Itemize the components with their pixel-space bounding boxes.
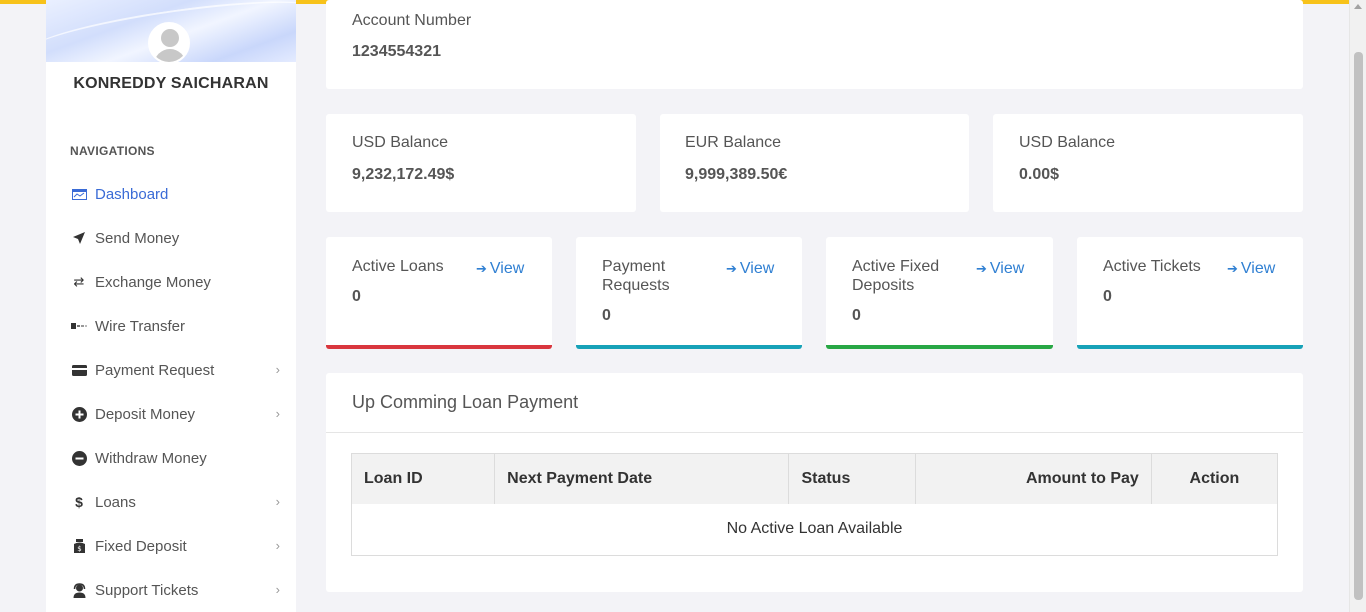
sidebar-item-wire-transfer[interactable]: Wire Transfer bbox=[70, 314, 280, 338]
sidebar-item-exchange-money[interactable]: ⇄ Exchange Money bbox=[70, 270, 280, 294]
plus-circle-icon bbox=[70, 405, 88, 423]
sidebar-item-label: Loans bbox=[95, 493, 136, 511]
arrow-right-icon: ➔ bbox=[976, 261, 987, 276]
column-header-amount-to-pay[interactable]: Amount to Pay bbox=[915, 453, 1152, 504]
sidebar-item-label: Wire Transfer bbox=[95, 317, 186, 335]
credit-card-icon bbox=[70, 361, 88, 379]
balance-label: USD Balance bbox=[352, 134, 449, 151]
panel-title: Up Comming Loan Payment bbox=[352, 392, 579, 412]
view-active-tickets-link[interactable]: ➔ View bbox=[1227, 260, 1275, 278]
sidebar-item-label: Send Money bbox=[95, 229, 180, 247]
avatar-body bbox=[154, 49, 186, 62]
chevron-right-icon: › bbox=[275, 406, 280, 421]
accent-bar bbox=[826, 345, 1053, 349]
sidebar-item-label: Payment Request bbox=[95, 361, 215, 379]
table-row: No Active Loan Available bbox=[352, 504, 1278, 556]
view-payment-requests-link[interactable]: ➔ View bbox=[726, 260, 774, 278]
money-bag-icon: $ bbox=[70, 537, 88, 555]
chevron-right-icon: › bbox=[275, 538, 280, 553]
user-name: KONREDDY SAICHARAN bbox=[73, 75, 269, 92]
column-header-next-payment-date[interactable]: Next Payment Date bbox=[494, 453, 790, 504]
page-scrollbar[interactable] bbox=[1349, 0, 1366, 612]
scrollbar-thumb[interactable] bbox=[1354, 52, 1363, 600]
chevron-right-icon: › bbox=[275, 494, 280, 509]
accent-bar bbox=[1077, 345, 1303, 349]
stat-label: Active Tickets bbox=[1103, 258, 1201, 275]
sidebar-item-label: Withdraw Money bbox=[95, 449, 207, 467]
dollar-icon: $ bbox=[75, 494, 83, 510]
arrow-right-icon: ➔ bbox=[1227, 261, 1238, 276]
sidebar-item-dashboard[interactable]: Dashboard bbox=[70, 182, 280, 206]
balance-card: USD Balance 9,232,172.49$ bbox=[326, 114, 636, 212]
balance-card: USD Balance 0.00$ bbox=[993, 114, 1303, 212]
sidebar-item-label: Fixed Deposit bbox=[95, 537, 187, 555]
accent-bar bbox=[326, 345, 552, 349]
sidebar-item-label: Exchange Money bbox=[95, 273, 211, 291]
balance-value: 9,999,389.50€ bbox=[685, 166, 788, 183]
account-number-label: Account Number bbox=[352, 12, 472, 29]
balance-value: 0.00$ bbox=[1019, 166, 1060, 183]
avatar[interactable] bbox=[148, 22, 190, 64]
stat-value: 0 bbox=[1103, 288, 1112, 305]
dashboard-icon bbox=[70, 185, 88, 203]
scroll-up-icon[interactable] bbox=[1354, 4, 1362, 9]
sidebar-item-withdraw-money[interactable]: Withdraw Money bbox=[70, 446, 280, 470]
svg-text:$: $ bbox=[77, 545, 81, 553]
support-agent-icon bbox=[70, 581, 88, 599]
balance-card: EUR Balance 9,999,389.50€ bbox=[660, 114, 969, 212]
nav-heading: NAVIGATIONS bbox=[70, 144, 155, 158]
arrow-right-icon: ➔ bbox=[726, 261, 737, 276]
exchange-icon: ⇄ bbox=[73, 274, 85, 289]
send-icon bbox=[70, 229, 88, 247]
bank-icon bbox=[70, 317, 88, 335]
arrow-right-icon: ➔ bbox=[476, 261, 487, 276]
balance-label: EUR Balance bbox=[685, 134, 782, 151]
sidebar-item-deposit-money[interactable]: Deposit Money › bbox=[70, 402, 280, 426]
stat-label: Active Loans bbox=[352, 258, 444, 275]
balance-value: 9,232,172.49$ bbox=[352, 166, 455, 183]
account-number-value: 1234554321 bbox=[352, 43, 441, 60]
column-header-action[interactable]: Action bbox=[1151, 453, 1278, 504]
sidebar-item-payment-request[interactable]: Payment Request › bbox=[70, 358, 280, 382]
sidebar-item-loans[interactable]: $ Loans › bbox=[70, 490, 280, 514]
sidebar: KONREDDY SAICHARAN NAVIGATIONS Dashboard… bbox=[46, 0, 296, 612]
loan-table: Loan ID Next Payment Date Status Amount … bbox=[351, 453, 1278, 556]
column-header-loan-id[interactable]: Loan ID bbox=[351, 453, 496, 504]
stat-card-fixed-deposits: Active Fixed Deposits 0 ➔ View bbox=[826, 237, 1053, 349]
empty-table-message: No Active Loan Available bbox=[726, 520, 903, 538]
panel-divider bbox=[326, 432, 1303, 433]
view-link-label: View bbox=[989, 260, 1025, 277]
sidebar-item-label: Dashboard bbox=[95, 185, 169, 203]
view-link-label: View bbox=[739, 260, 775, 277]
loan-payment-panel: Up Comming Loan Payment Loan ID Next Pay… bbox=[326, 373, 1303, 592]
table-header-row: Loan ID Next Payment Date Status Amount … bbox=[351, 453, 1278, 504]
stat-label: Payment Requests bbox=[602, 258, 670, 294]
balance-label: USD Balance bbox=[1019, 134, 1116, 151]
stat-value: 0 bbox=[852, 307, 861, 324]
sidebar-item-label: Deposit Money bbox=[95, 405, 196, 423]
stat-card-payment-requests: Payment Requests 0 ➔ View bbox=[576, 237, 802, 349]
stat-card-active-loans: Active Loans 0 ➔ View bbox=[326, 237, 552, 349]
view-link-label: View bbox=[1240, 260, 1276, 277]
column-header-status[interactable]: Status bbox=[788, 453, 916, 504]
sidebar-item-send-money[interactable]: Send Money bbox=[70, 226, 280, 250]
sidebar-item-fixed-deposit[interactable]: $ Fixed Deposit › bbox=[70, 534, 280, 558]
avatar-head bbox=[161, 29, 179, 47]
accent-bar bbox=[576, 345, 802, 349]
stat-value: 0 bbox=[352, 288, 361, 305]
chevron-right-icon: › bbox=[275, 362, 280, 377]
stat-card-active-tickets: Active Tickets 0 ➔ View bbox=[1077, 237, 1303, 349]
chevron-right-icon: › bbox=[275, 582, 280, 597]
sidebar-item-label: Support Tickets bbox=[95, 581, 199, 599]
account-card: Account Number 1234554321 bbox=[326, 0, 1303, 89]
view-active-loans-link[interactable]: ➔ View bbox=[476, 260, 524, 278]
sidebar-item-support-tickets[interactable]: Support Tickets › bbox=[70, 578, 280, 602]
minus-circle-icon bbox=[70, 449, 88, 467]
stat-value: 0 bbox=[602, 307, 611, 324]
stat-label: Active Fixed Deposits bbox=[852, 258, 940, 294]
view-fixed-deposits-link[interactable]: ➔ View bbox=[976, 260, 1024, 278]
view-link-label: View bbox=[489, 260, 525, 277]
